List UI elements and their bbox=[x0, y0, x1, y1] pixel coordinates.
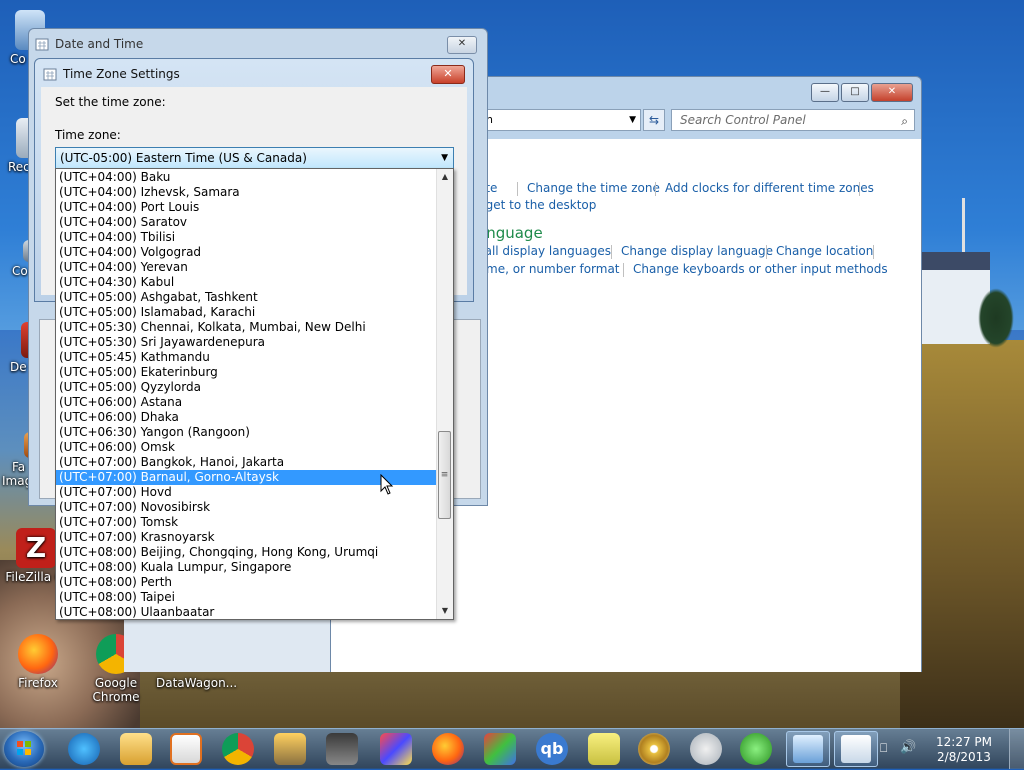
time-zone-label: Time zone: bbox=[55, 128, 121, 142]
separator bbox=[859, 182, 860, 196]
cp-left-pane-strip bbox=[124, 620, 330, 672]
search-icon: ⌕ bbox=[901, 114, 908, 128]
notes-icon[interactable] bbox=[588, 733, 620, 765]
separator bbox=[873, 245, 874, 259]
link-change-keyboards[interactable]: Change keyboards or other input methods bbox=[633, 262, 888, 276]
time-zone-option[interactable]: (UTC+06:00) Omsk bbox=[56, 440, 437, 455]
time-zone-option[interactable]: (UTC+06:30) Yangon (Rangoon) bbox=[56, 425, 437, 440]
time-zone-option[interactable]: (UTC+08:00) Ulaanbaatar bbox=[56, 605, 437, 619]
media-player-icon[interactable] bbox=[170, 733, 202, 765]
calendar-icon bbox=[841, 735, 871, 763]
globe-icon[interactable] bbox=[740, 733, 772, 765]
dialog-title: Date and Time bbox=[55, 37, 144, 51]
caption-buttons: — □ ✕ bbox=[811, 83, 913, 102]
link-install-languages[interactable]: call display languages bbox=[478, 244, 611, 258]
separator bbox=[623, 263, 624, 277]
show-desktop-button[interactable] bbox=[1009, 729, 1024, 769]
time-zone-dropdown[interactable]: (UTC-05:00) Eastern Time (US & Canada) ▼ bbox=[55, 147, 454, 170]
scroll-up-arrow-icon[interactable]: ▲ bbox=[437, 169, 453, 185]
calendar-icon bbox=[43, 68, 57, 81]
close-button[interactable]: ✕ bbox=[871, 83, 913, 102]
close-button[interactable]: ✕ bbox=[447, 36, 477, 54]
time-zone-option[interactable]: (UTC+07:00) Krasnoyarsk bbox=[56, 530, 437, 545]
disc-drive-icon[interactable] bbox=[690, 733, 722, 765]
scroll-thumb[interactable]: ≡ bbox=[438, 431, 451, 519]
refresh-icon: ⇆ bbox=[648, 113, 660, 127]
link-change-display-language[interactable]: Change display language bbox=[621, 244, 773, 258]
time-zone-option[interactable]: (UTC+08:00) Kuala Lumpur, Singapore bbox=[56, 560, 437, 575]
scrollbar[interactable]: ▲ ≡ ▼ bbox=[436, 169, 453, 619]
link-number-format[interactable]: time, or number format bbox=[478, 262, 620, 276]
time-zone-option[interactable]: (UTC+05:00) Ekaterinburg bbox=[56, 365, 437, 380]
tool-icon[interactable] bbox=[326, 733, 358, 765]
link-add-clocks[interactable]: Add clocks for different time zones bbox=[665, 181, 874, 195]
time-zone-option[interactable]: (UTC+04:00) Baku bbox=[56, 170, 437, 185]
disc-icon[interactable] bbox=[638, 733, 670, 765]
control-panel-icon bbox=[793, 735, 823, 763]
link-change-location[interactable]: Change location bbox=[776, 244, 873, 258]
chevron-down-icon: ▼ bbox=[441, 153, 448, 163]
file-explorer-icon[interactable] bbox=[120, 733, 152, 765]
link-gadget[interactable]: dget to the desktop bbox=[478, 198, 596, 212]
scroll-down-arrow-icon[interactable]: ▼ bbox=[437, 603, 453, 619]
close-button[interactable]: ✕ bbox=[431, 65, 465, 84]
refresh-button[interactable]: ⇆ bbox=[643, 109, 665, 131]
search-input[interactable]: Search Control Panel ⌕ bbox=[671, 109, 915, 131]
qbittorrent-icon[interactable]: qb bbox=[536, 733, 568, 765]
time-zone-option[interactable]: (UTC+05:30) Chennai, Kolkata, Mumbai, Ne… bbox=[56, 320, 437, 335]
minimize-button[interactable]: — bbox=[811, 83, 839, 102]
separator bbox=[517, 182, 518, 196]
start-button[interactable] bbox=[4, 731, 44, 767]
time-zone-option[interactable]: (UTC+05:00) Ashgabat, Tashkent bbox=[56, 290, 437, 305]
time-zone-option[interactable]: (UTC+05:30) Sri Jayawardenepura bbox=[56, 335, 437, 350]
time-zone-option[interactable]: (UTC+04:30) Kabul bbox=[56, 275, 437, 290]
volume-icon[interactable]: 🔊 bbox=[900, 740, 916, 755]
time-zone-option[interactable]: (UTC+08:00) Beijing, Chongqing, Hong Kon… bbox=[56, 545, 437, 560]
internet-explorer-icon[interactable] bbox=[68, 733, 100, 765]
time-zone-option[interactable]: (UTC+05:00) Qyzylorda bbox=[56, 380, 437, 395]
app-icon[interactable] bbox=[274, 733, 306, 765]
time-zone-option[interactable]: (UTC+04:00) Izhevsk, Samara bbox=[56, 185, 437, 200]
time-zone-option[interactable]: (UTC+04:00) Volgograd bbox=[56, 245, 437, 260]
dialog-title: Time Zone Settings bbox=[63, 67, 180, 81]
maximize-button[interactable]: □ bbox=[841, 83, 869, 102]
chevron-down-icon: ▼ bbox=[629, 115, 636, 125]
time-zone-option[interactable]: (UTC+04:00) Tbilisi bbox=[56, 230, 437, 245]
desktop-icon-firefox[interactable]: Firefox bbox=[8, 634, 68, 690]
firefox-icon bbox=[18, 634, 58, 674]
time-zone-option[interactable]: (UTC+04:00) Saratov bbox=[56, 215, 437, 230]
network-icon[interactable]: ⎕ bbox=[880, 741, 887, 756]
package-icon[interactable] bbox=[484, 733, 516, 765]
windows-logo-icon bbox=[17, 741, 31, 755]
taskbar-control-panel[interactable] bbox=[786, 731, 830, 767]
time-zone-option[interactable]: (UTC+08:00) Taipei bbox=[56, 590, 437, 605]
separator bbox=[766, 245, 767, 259]
calendar-icon bbox=[35, 38, 49, 51]
chrome-icon[interactable] bbox=[222, 733, 254, 765]
separator bbox=[655, 182, 656, 196]
clock[interactable]: 12:27 PM 2/8/2013 bbox=[928, 735, 1000, 765]
wallpaper-tree bbox=[978, 288, 1014, 348]
taskbar: qb ⎕ 🔊 12:27 PM 2/8/2013 bbox=[0, 728, 1024, 769]
time-zone-option[interactable]: (UTC+07:00) Tomsk bbox=[56, 515, 437, 530]
time-zone-list[interactable]: (UTC+08:00) Ulaanbaatar (UTC+08:00) Taipe… bbox=[55, 168, 454, 620]
time-zone-option[interactable]: (UTC+04:00) Yerevan bbox=[56, 260, 437, 275]
archive-icon[interactable] bbox=[380, 733, 412, 765]
time-zone-option[interactable]: (UTC+08:00) Perth bbox=[56, 575, 437, 590]
time-zone-option[interactable]: (UTC+06:00) Astana bbox=[56, 395, 437, 410]
instruction-label: Set the time zone: bbox=[55, 95, 166, 109]
time-zone-option[interactable]: (UTC+05:45) Kathmandu bbox=[56, 350, 437, 365]
link-change-time-zone[interactable]: Change the time zone bbox=[527, 181, 660, 195]
filezilla-icon: Z bbox=[16, 528, 56, 568]
firefox-icon[interactable] bbox=[432, 733, 464, 765]
clock-date: 2/8/2013 bbox=[937, 750, 991, 764]
clock-time: 12:27 PM bbox=[936, 735, 992, 749]
time-zone-option[interactable]: (UTC+06:00) Dhaka bbox=[56, 410, 437, 425]
address-bar[interactable]: n ▼ bbox=[481, 109, 641, 131]
time-zone-option[interactable]: (UTC+05:00) Islamabad, Karachi bbox=[56, 305, 437, 320]
separator bbox=[611, 245, 612, 259]
time-zone-option[interactable]: (UTC+07:00) Novosibirsk bbox=[56, 500, 437, 515]
time-zone-option[interactable]: (UTC+04:00) Port Louis bbox=[56, 200, 437, 215]
time-zone-option[interactable]: (UTC+07:00) Bangkok, Hanoi, Jakarta bbox=[56, 455, 437, 470]
